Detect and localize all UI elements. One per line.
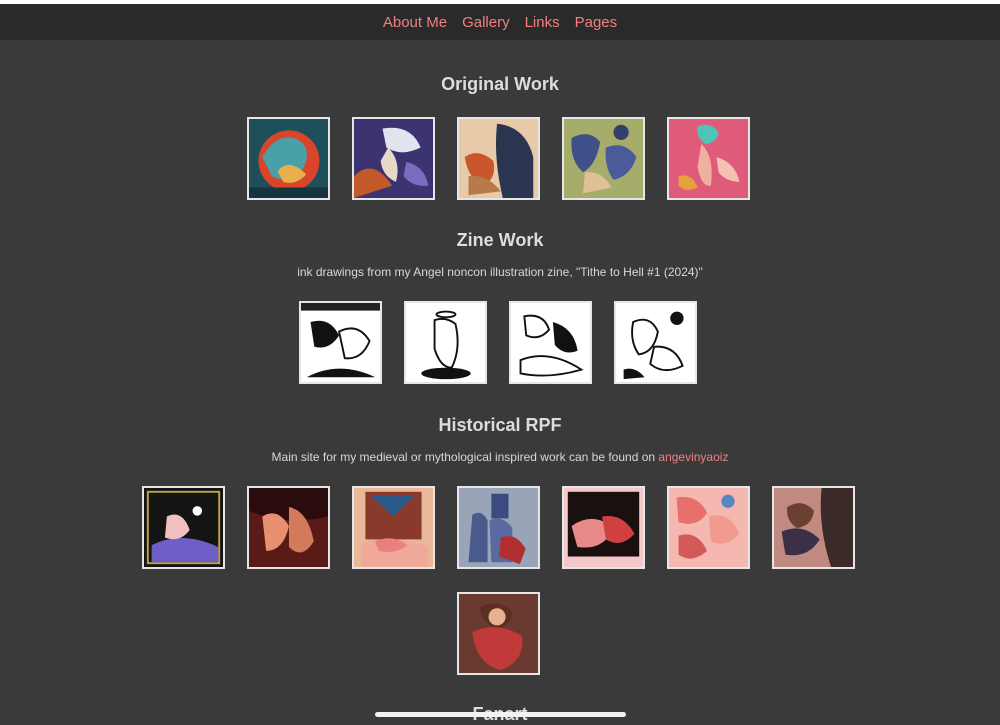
artwork-image bbox=[616, 303, 695, 382]
angevinyaoiz-link[interactable]: angevinyaoiz bbox=[658, 450, 728, 464]
historical-thumb-2[interactable] bbox=[247, 486, 330, 569]
original-work-heading: Original Work bbox=[441, 74, 559, 94]
artwork-image bbox=[774, 488, 853, 567]
navbar: About Me Gallery Links Pages bbox=[0, 4, 1000, 40]
nav-links-link[interactable]: Links bbox=[525, 14, 560, 31]
artwork-image bbox=[144, 488, 223, 567]
artwork-image bbox=[354, 488, 433, 567]
artwork-image bbox=[354, 119, 433, 198]
zine-thumb-2[interactable] bbox=[404, 301, 487, 384]
zine-thumb-3[interactable] bbox=[509, 301, 592, 384]
artwork-image bbox=[511, 303, 590, 382]
original-thumb-2[interactable] bbox=[352, 117, 435, 200]
artwork-image bbox=[459, 594, 538, 673]
original-thumb-3[interactable] bbox=[457, 117, 540, 200]
artwork-image bbox=[459, 488, 538, 567]
artwork-image bbox=[459, 119, 538, 198]
historical-description-text: Main site for my medieval or mythologica… bbox=[271, 450, 656, 464]
historical-rpf-description: Main site for my medieval or mythologica… bbox=[0, 450, 1000, 464]
artwork-image bbox=[564, 488, 643, 567]
scroll-indicator bbox=[375, 712, 626, 717]
nav-pages-link[interactable]: Pages bbox=[575, 14, 618, 31]
artwork-image bbox=[249, 119, 328, 198]
original-thumb-1[interactable] bbox=[247, 117, 330, 200]
historical-thumb-7[interactable] bbox=[772, 486, 855, 569]
artwork-image bbox=[249, 488, 328, 567]
artwork-image bbox=[564, 119, 643, 198]
historical-thumb-8[interactable] bbox=[457, 592, 540, 675]
original-thumb-5[interactable] bbox=[667, 117, 750, 200]
artwork-image bbox=[406, 303, 485, 382]
zine-work-description: ink drawings from my Angel noncon illust… bbox=[297, 265, 703, 279]
nav-about-me-link[interactable]: About Me bbox=[383, 14, 447, 31]
artwork-image bbox=[669, 488, 748, 567]
historical-thumb-1[interactable] bbox=[142, 486, 225, 569]
artwork-image bbox=[301, 303, 380, 382]
original-thumb-4[interactable] bbox=[562, 117, 645, 200]
historical-thumb-4[interactable] bbox=[457, 486, 540, 569]
zine-thumb-4[interactable] bbox=[614, 301, 697, 384]
historical-thumb-6[interactable] bbox=[667, 486, 750, 569]
zine-work-heading: Zine Work bbox=[456, 230, 544, 250]
historical-rpf-heading: Historical RPF bbox=[438, 415, 562, 435]
zine-thumb-1[interactable] bbox=[299, 301, 382, 384]
nav-gallery-link[interactable]: Gallery bbox=[462, 14, 510, 31]
historical-thumb-3[interactable] bbox=[352, 486, 435, 569]
historical-thumb-5[interactable] bbox=[562, 486, 645, 569]
artwork-image bbox=[669, 119, 748, 198]
